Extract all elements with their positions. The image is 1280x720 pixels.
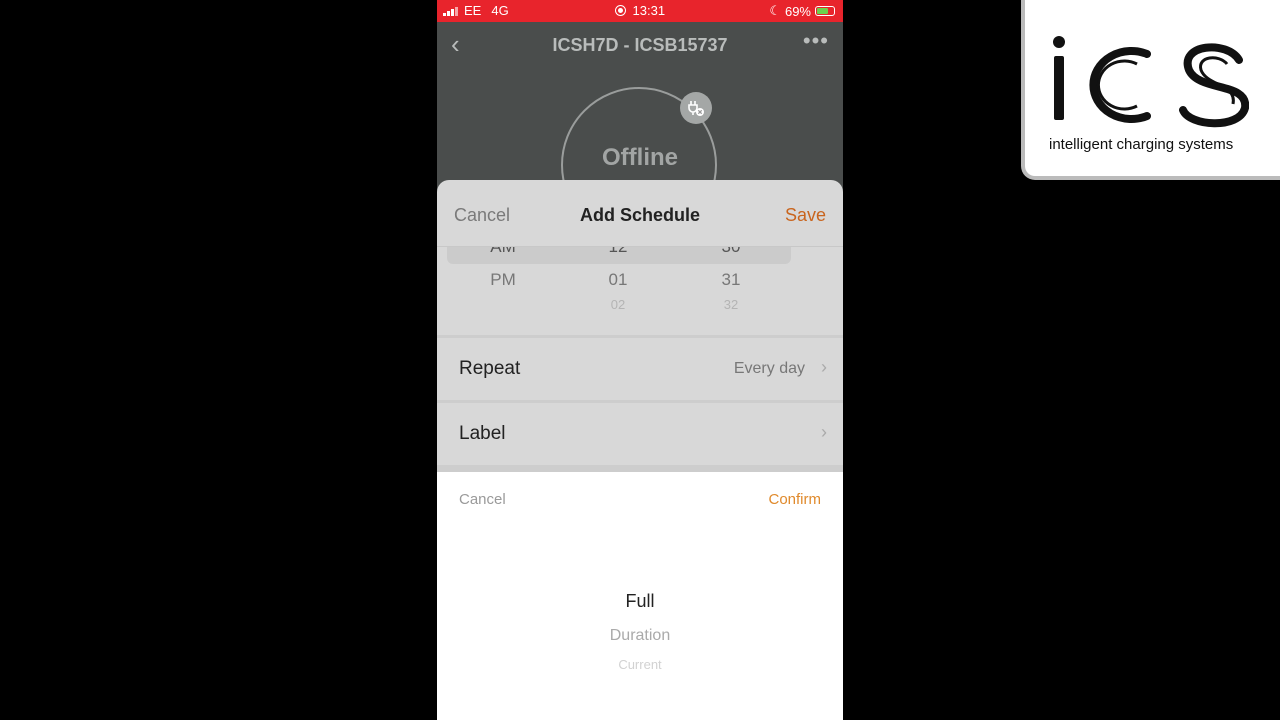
screen-record-icon	[614, 5, 626, 16]
battery-percent: 69%	[784, 3, 811, 19]
mode-option-selected[interactable]: Full	[437, 591, 843, 612]
label-row[interactable]: Label ›	[437, 403, 843, 465]
plug-disconnected-icon	[680, 92, 712, 124]
phone-screen: EE 4G 13:31 ☾ 69% ‹ ICSH7D - ICSB15737 •…	[437, 0, 843, 720]
picker-minute-option[interactable]: 30	[701, 247, 761, 257]
divider	[437, 465, 843, 472]
mode-cancel-button[interactable]: Cancel	[459, 491, 506, 508]
repeat-row[interactable]: Repeat Every day ›	[437, 338, 843, 400]
ellipsis-icon[interactable]: •••	[803, 28, 829, 54]
battery-icon	[815, 6, 835, 16]
schedule-save-button[interactable]: Save	[785, 205, 826, 226]
picker-hour-option[interactable]: 12	[588, 247, 648, 257]
logo-tagline: intelligent charging systems	[1049, 136, 1234, 153]
mode-confirm-button[interactable]: Confirm	[768, 491, 821, 508]
picker-hour-option[interactable]: 02	[588, 297, 648, 312]
picker-minute-option[interactable]: 31	[701, 270, 761, 290]
chevron-right-icon: ›	[821, 422, 827, 442]
ics-logo-card: intelligent charging systems	[1021, 0, 1280, 180]
sheet-header: Cancel Add Schedule Save	[437, 180, 843, 247]
repeat-label: Repeat	[459, 358, 521, 379]
chevron-right-icon: ›	[821, 357, 827, 377]
picker-period-option[interactable]: PM	[473, 270, 533, 290]
time-picker[interactable]: AM PM 12 01 02 30 31 32	[437, 247, 843, 335]
nav-bar: ‹ ICSH7D - ICSB15737 •••	[437, 22, 843, 68]
device-title: ICSH7D - ICSB15737	[552, 35, 728, 55]
mode-option[interactable]: Current	[437, 657, 843, 669]
status-bar: EE 4G 13:31 ☾ 69%	[437, 0, 843, 22]
charge-mode-picker: Cancel Confirm Full Duration Current	[437, 472, 843, 720]
repeat-value: Every day	[733, 360, 805, 377]
status-time: 13:31	[632, 3, 666, 18]
moon-icon: ☾	[769, 3, 781, 18]
picker-hour-option[interactable]: 01	[588, 270, 648, 290]
charger-status: Offline	[602, 144, 678, 171]
picker-minute-option[interactable]: 32	[701, 297, 761, 312]
ics-logo	[1053, 36, 1249, 128]
label-label: Label	[459, 423, 506, 444]
mode-option[interactable]: Duration	[437, 627, 843, 645]
status-right: ☾ 69%	[769, 3, 835, 19]
sheet-title: Add Schedule	[579, 205, 700, 225]
picker-period-option[interactable]: AM	[473, 247, 533, 257]
